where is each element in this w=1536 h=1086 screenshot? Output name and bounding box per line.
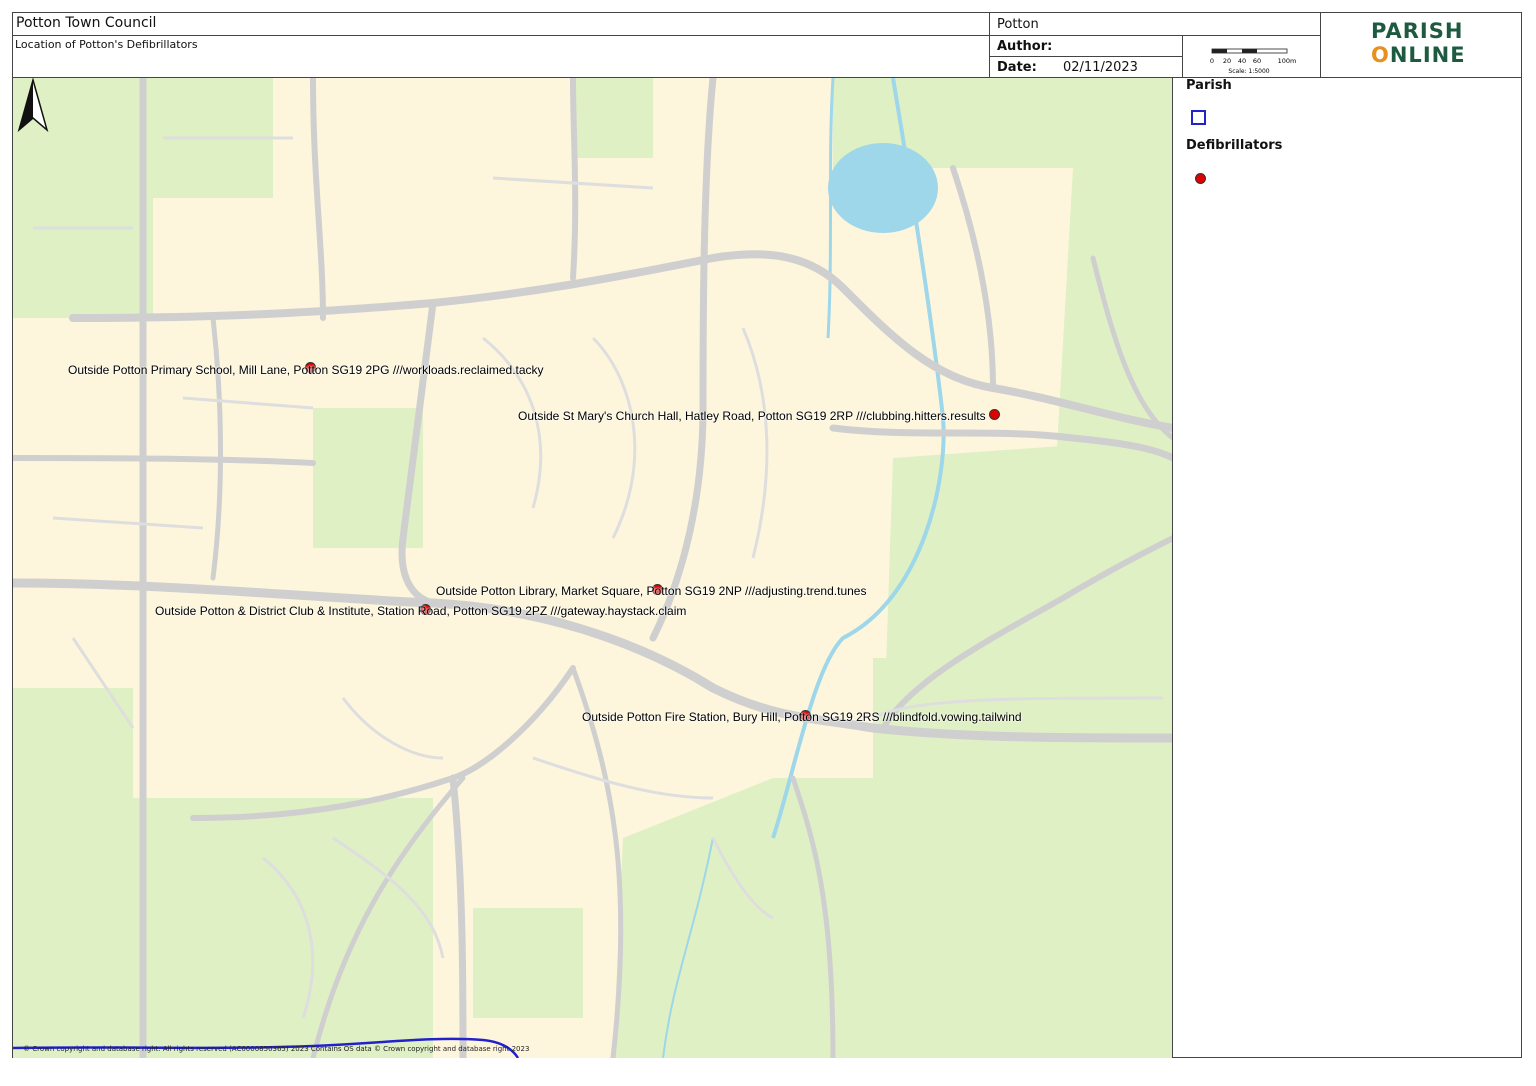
scale-tick-100: 100m [1278,57,1297,65]
marker-label: Outside Potton Library, Market Square, P… [436,584,867,598]
title-cell: Potton Town Council [12,12,990,36]
legend-panel: Parish Defibrillators [1174,78,1522,1058]
map-canvas[interactable]: Outside Potton Primary School, Mill Lane… [13,78,1173,1058]
scale-tick-40: 40 [1238,57,1246,65]
date-value: 02/11/2023 [1063,60,1138,75]
logo-pin-o: O [1371,43,1390,67]
scale-tick-20: 20 [1223,57,1231,65]
legend-defibrillators-title: Defibrillators [1186,138,1283,153]
scale-tick-60: 60 [1253,57,1261,65]
logo-line-2: ONLINE [1371,43,1466,67]
scale-text: Scale: 1:5000 [1228,68,1269,75]
marker-label: Outside Potton Primary School, Mill Lane… [68,363,544,377]
copyright-notice: © Crown copyright and database right. Al… [23,1045,530,1053]
parish-online-logo: PARISH ONLINE [1320,12,1522,78]
defibrillator-swatch [1195,173,1206,184]
scale-bar: 0 20 40 60 100m Scale: 1:5000 [1182,35,1321,78]
author-label: Author: [997,39,1053,54]
scale-tick-0: 0 [1210,57,1214,65]
date-label: Date: [997,60,1037,75]
author-cell: Author: [989,35,1183,57]
defibrillator-marker[interactable] [989,409,1000,420]
map-subtitle: Location of Potton's Defibrillators [15,38,198,51]
marker-label: Outside St Mary's Church Hall, Hatley Ro… [518,409,986,423]
parish-name: Potton [997,17,1039,32]
marker-label: Outside Potton & District Club & Institu… [155,604,687,618]
council-title: Potton Town Council [16,15,157,31]
basemap [13,78,1172,1058]
scale-bar-graphic: 0 20 40 60 100m Scale: 1:5000 [1210,48,1297,75]
north-arrow-icon [17,78,49,133]
subtitle-cell: Location of Potton's Defibrillators [12,35,990,78]
parish-boundary-swatch [1191,110,1206,125]
logo-line-2-rest: NLINE [1389,43,1466,67]
legend-parish-title: Parish [1186,78,1232,93]
marker-label: Outside Potton Fire Station, Bury Hill, … [582,710,1022,724]
parish-cell: Potton [989,12,1321,36]
date-cell: Date: 02/11/2023 [989,56,1183,78]
logo-line-1: PARISH [1371,19,1464,43]
